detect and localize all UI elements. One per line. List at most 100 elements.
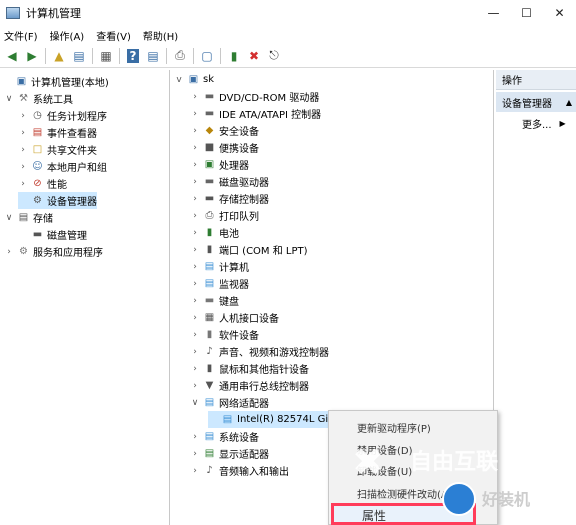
forward-icon[interactable]: ▶	[22, 46, 42, 66]
chevron-down-icon[interactable]: ∨	[190, 398, 200, 408]
chevron-right-icon[interactable]: ›	[18, 111, 28, 121]
chevron-right-icon[interactable]: ›	[4, 247, 14, 257]
chevron-right-icon[interactable]: ›	[190, 449, 200, 459]
device-category[interactable]: › ▤ 监视器	[190, 275, 249, 292]
chevron-right-icon[interactable]: ›	[190, 211, 200, 221]
device-category[interactable]: › ▬ 磁盘驱动器	[190, 173, 269, 190]
device-category[interactable]: › ▮ 鼠标和其他指针设备	[190, 360, 309, 377]
collapse-icon[interactable]: ▲	[566, 98, 572, 107]
device-category[interactable]: › ▤ 显示适配器	[190, 445, 269, 462]
chevron-right-icon[interactable]: ›	[190, 177, 200, 187]
print-icon[interactable]: ⎙	[170, 46, 190, 66]
device-category[interactable]: ∨ ▤ 网络适配器	[190, 394, 269, 411]
console-tree-icon[interactable]: ▤	[69, 46, 89, 66]
menu-update-driver[interactable]: 更新驱动程序(P)	[357, 420, 431, 435]
menu-uninstall-device[interactable]: 卸载设备(U)	[357, 463, 412, 478]
uninstall-icon[interactable]: ✖	[244, 46, 264, 66]
device-category[interactable]: › ▤ 计算机	[190, 258, 249, 275]
back-icon[interactable]: ◀	[2, 46, 22, 66]
chevron-right-icon[interactable]: ›	[190, 160, 200, 170]
chevron-right-icon[interactable]: ›	[190, 313, 200, 323]
more-actions[interactable]: 更多... ▶	[522, 116, 566, 131]
device-category[interactable]: › ♪ 音频输入和输出	[190, 462, 289, 479]
menu-help[interactable]: 帮助(H)	[143, 28, 178, 43]
device-category[interactable]: › ▬ IDE ATA/ATAPI 控制器	[190, 105, 321, 122]
chevron-right-icon[interactable]: ›	[190, 262, 200, 272]
menu-properties[interactable]: 属性	[331, 503, 476, 525]
device-category[interactable]: › ▣ 处理器	[190, 156, 249, 173]
performance-icon: ⊘	[33, 178, 42, 189]
chevron-right-icon[interactable]: ›	[190, 143, 200, 153]
menu-action[interactable]: 操作(A)	[50, 28, 85, 43]
device-category[interactable]: › ▬ DVD/CD-ROM 驱动器	[190, 88, 319, 105]
chevron-right-icon[interactable]: ›	[190, 279, 200, 289]
chevron-right-icon[interactable]: ›	[190, 245, 200, 255]
up-folder-icon[interactable]: ▲	[49, 46, 69, 66]
menu-disable-device[interactable]: 禁用设备(D)	[357, 442, 413, 457]
chevron-right-icon[interactable]: ›	[190, 109, 200, 119]
chevron-right-icon[interactable]: ›	[190, 432, 200, 442]
tree-item[interactable]: › ⚙ 服务和应用程序	[4, 243, 103, 260]
device-category[interactable]: › ▬ 存储控制器	[190, 190, 269, 207]
chevron-right-icon[interactable]: ›	[18, 145, 28, 155]
mouse-icon: ▮	[206, 363, 213, 374]
device-category[interactable]: › ♪ 声音、视频和游戏控制器	[190, 343, 329, 360]
chevron-down-icon[interactable]: v	[174, 75, 184, 85]
chevron-right-icon[interactable]: ›	[18, 162, 28, 172]
tree-item-label: 系统工具	[33, 95, 73, 106]
device-category[interactable]: › ▮ 端口 (COM 和 LPT)	[190, 241, 307, 258]
tree-item[interactable]: ∨ ▤ 存储	[4, 209, 53, 226]
chevron-right-icon[interactable]: ›	[190, 228, 200, 238]
device-category[interactable]: › ▮ 电池	[190, 224, 239, 241]
device-category[interactable]: › ▬ 键盘	[190, 292, 239, 309]
update-driver-icon[interactable]: ▮	[224, 46, 244, 66]
tree-item[interactable]: › ☺ 本地用户和组	[18, 158, 107, 175]
chevron-down-icon[interactable]: ∨	[4, 94, 14, 104]
export-list-icon[interactable]: ▦	[96, 46, 116, 66]
device-category[interactable]: › ■ 便携设备	[190, 139, 259, 156]
menu-file[interactable]: 文件(F)	[4, 28, 38, 43]
device-category[interactable]: › ◆ 安全设备	[190, 122, 259, 139]
menu-scan-hardware[interactable]: 扫描检测硬件改动(A)	[357, 486, 452, 501]
chevron-right-icon[interactable]: ›	[18, 179, 28, 189]
chevron-right-icon[interactable]: ›	[190, 296, 200, 306]
keyboard-icon: ▬	[204, 295, 215, 306]
chevron-right-icon[interactable]: ›	[190, 381, 200, 391]
device-category[interactable]: ▤ Intel(R) 82574L Gi	[208, 411, 329, 428]
tree-item[interactable]: ▬ 磁盘管理	[18, 226, 87, 243]
chevron-right-icon[interactable]: ›	[190, 92, 200, 102]
chevron-right-icon[interactable]: ›	[190, 194, 200, 204]
device-category[interactable]: › ▼ 通用串行总线控制器	[190, 377, 309, 394]
tree-item[interactable]: › ⊘ 性能	[18, 175, 67, 192]
scan-hardware-icon[interactable]: ▢	[197, 46, 217, 66]
chevron-right-icon[interactable]: ›	[18, 128, 28, 138]
chevron-right-icon[interactable]: ›	[190, 364, 200, 374]
chevron-right-icon[interactable]: ›	[190, 466, 200, 476]
help-icon[interactable]: ?	[123, 46, 143, 66]
tree-item[interactable]: ∨ ⚒ 系统工具	[4, 90, 73, 107]
tree-item[interactable]: › ▤ 事件查看器	[18, 124, 97, 141]
maximize-button[interactable]: ☐	[510, 0, 543, 26]
actions-section[interactable]: 设备管理器 ▲	[496, 92, 576, 112]
minimize-button[interactable]: —	[477, 0, 510, 26]
toolbar-divider	[45, 47, 46, 64]
device-category[interactable]: › ▦ 人机接口设备	[190, 309, 279, 326]
close-button[interactable]: ✕	[543, 0, 576, 26]
properties-icon[interactable]: ▤	[143, 46, 163, 66]
device-category[interactable]: › ⎙ 打印队列	[190, 207, 259, 224]
tree-item[interactable]: ▣ 计算机管理(本地)	[2, 73, 109, 90]
device-category[interactable]: › ▤ 系统设备	[190, 428, 259, 445]
chevron-down-icon[interactable]: ∨	[4, 213, 14, 223]
tree-item[interactable]: › □ 共享文件夹	[18, 141, 97, 158]
device-category[interactable]: › ▮ 软件设备	[190, 326, 259, 343]
chevron-right-icon[interactable]: ›	[190, 330, 200, 340]
tree-item[interactable]: ⚙ 设备管理器	[18, 192, 97, 209]
menu-view[interactable]: 查看(V)	[96, 28, 131, 43]
tree-item[interactable]: › ◷ 任务计划程序	[18, 107, 107, 124]
actions-pane: 操作 设备管理器 ▲ 更多... ▶	[496, 70, 576, 525]
audio-io-icon: ♪	[206, 465, 213, 476]
chevron-right-icon[interactable]: ›	[190, 347, 200, 357]
enable-device-icon[interactable]: ⎋	[264, 46, 284, 66]
chevron-right-icon[interactable]: ›	[190, 126, 200, 136]
device-tree-root[interactable]: v ▣ sk	[174, 71, 214, 88]
